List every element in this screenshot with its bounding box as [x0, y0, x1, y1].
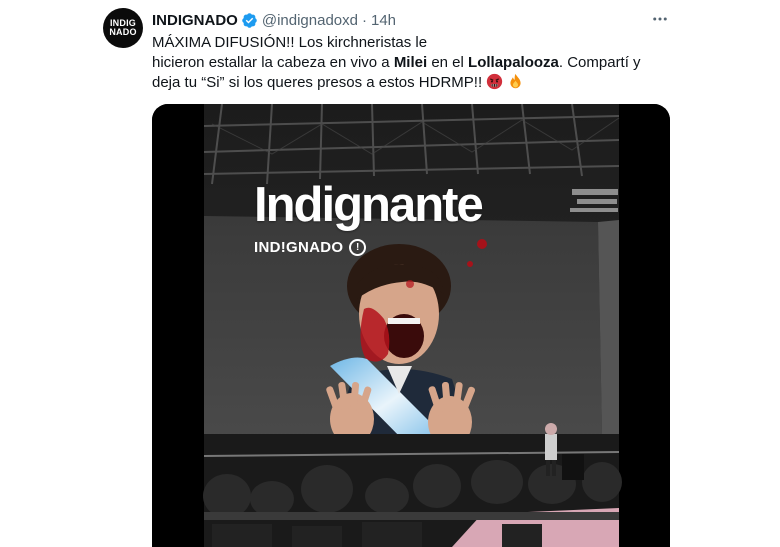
author-name[interactable]: INDIGNADO	[152, 12, 238, 29]
tweet-text-line1: MÁXIMA DIFUSIÓN!! Los kirchneristas le	[152, 34, 428, 51]
tweet-video[interactable]: Indignante IND!GNADO !	[152, 104, 670, 547]
tweet-header: INDIGNADO @indignadoxd · 14h	[152, 10, 396, 30]
tweet-text-line2: hicieron estallar la cabeza en vivo a Mi…	[152, 53, 662, 73]
avatar[interactable]: INDIG NADO	[103, 8, 143, 48]
more-options-button[interactable]	[650, 9, 670, 29]
info-icon: !	[349, 239, 367, 256]
tweet-text-bold-milei: Milei	[393, 54, 428, 71]
tweet-text-line3: deja tu “Si” si los queres presos a esto…	[152, 73, 662, 93]
tweet-text-segment: . Compartí y	[558, 54, 641, 71]
author-handle[interactable]: @indignadoxd	[262, 12, 358, 29]
angry-face-emoji-icon	[487, 73, 503, 90]
tweet-text-bold-lollapalooza: Lollapalooza	[468, 54, 559, 71]
header-separator: ·	[361, 11, 367, 29]
tweet-timestamp[interactable]: 14h	[371, 12, 396, 29]
tweet-text: MÁXIMA DIFUSIÓN!! Los kirchneristas le h…	[152, 33, 662, 93]
more-dots-icon	[653, 17, 667, 21]
video-overlay-brand: IND!GNADO !	[254, 239, 367, 256]
avatar-text-line2: NADO	[109, 27, 137, 37]
verified-badge-icon[interactable]	[241, 12, 258, 29]
tweet-text-segment: deja tu “Si” si los queres presos a esto…	[152, 74, 483, 91]
tweet-text-segment: en el	[427, 54, 469, 71]
fire-emoji-icon	[510, 73, 522, 89]
video-frame	[152, 104, 670, 547]
tweet-text-segment: hicieron estallar la cabeza en vivo a	[152, 54, 394, 71]
tweet[interactable]: INDIG NADO INDIGNADO @indignadoxd · 14h …	[0, 0, 780, 547]
video-overlay-brand-text: IND!GNADO	[254, 239, 344, 256]
video-overlay-title: Indignante	[254, 178, 484, 232]
